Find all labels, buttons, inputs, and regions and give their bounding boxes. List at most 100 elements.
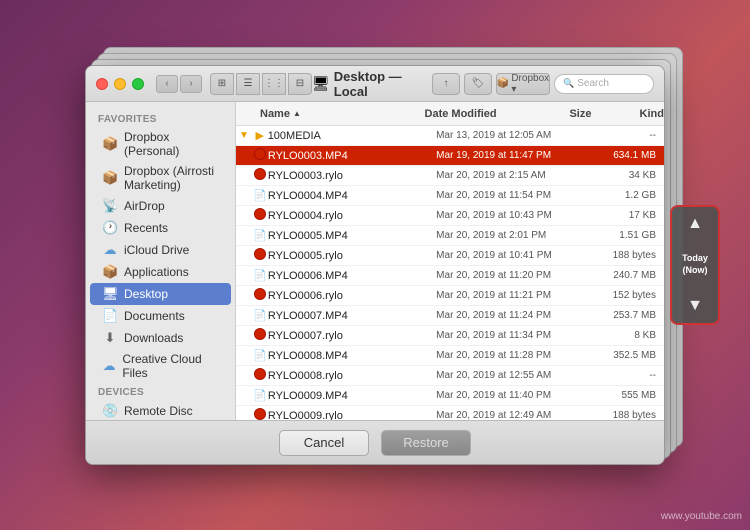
table-row[interactable]: 📄 RYLO0006.MP4 Mar 20, 2019 at 11:20 PM …	[236, 266, 664, 286]
expand-icon	[236, 211, 252, 221]
table-row[interactable]: RYLO0006.rylo Mar 20, 2019 at 11:21 PM 1…	[236, 286, 664, 306]
column-header: Name ▲ Date Modified Size Kind	[236, 102, 664, 126]
file-list-area: Name ▲ Date Modified Size Kind ▼ ▶ 100ME…	[236, 102, 664, 420]
sidebar-item-label: Desktop	[124, 287, 168, 301]
window-stack: ‹ › ⊞ ☰ ⋮⋮ ⊟ 🖥 Desktop — Local ↑ 🏷 📦 Dro…	[85, 65, 665, 465]
back-button[interactable]: ‹	[156, 75, 178, 93]
table-row[interactable]: RYLO0004.rylo Mar 20, 2019 at 10:43 PM 1…	[236, 206, 664, 226]
content-area: Favorites 📦 Dropbox (Personal) 📦 Dropbox…	[86, 102, 664, 420]
expand-icon	[236, 191, 252, 201]
close-button[interactable]	[96, 78, 108, 90]
file-date: Mar 20, 2019 at 11:28 PM	[436, 350, 589, 361]
maximize-button[interactable]	[132, 78, 144, 90]
file-name: 100MEDIA	[268, 130, 436, 142]
sidebar-item-recents[interactable]: 🕐 Recents	[90, 217, 231, 239]
table-row[interactable]: 📄 RYLO0008.MP4 Mar 20, 2019 at 11:28 PM …	[236, 346, 664, 366]
file-name: RYLO0009.rylo	[268, 410, 436, 421]
sidebar-item-downloads[interactable]: ⬇ Downloads	[90, 327, 231, 349]
folder-expand-icon[interactable]: ▼	[239, 130, 249, 141]
col-date-header[interactable]: Date Modified	[425, 108, 570, 120]
sidebar-item-applications[interactable]: 📦 Applications	[90, 261, 231, 283]
col-kind-header[interactable]: Kind	[640, 108, 664, 120]
view-list-button[interactable]: ☰	[236, 73, 260, 95]
file-name: RYLO0005.rylo	[268, 250, 436, 262]
desktop-icon: 🖥	[102, 286, 118, 302]
search-placeholder: Search	[577, 78, 609, 89]
view-column-button[interactable]: ⋮⋮	[262, 73, 286, 95]
table-row[interactable]: RYLO0007.rylo Mar 20, 2019 at 11:34 PM 8…	[236, 326, 664, 346]
finder-window: ‹ › ⊞ ☰ ⋮⋮ ⊟ 🖥 Desktop — Local ↑ 🏷 📦 Dro…	[85, 65, 665, 465]
file-size: 8 KB	[590, 330, 664, 341]
sidebar-item-dropbox-personal[interactable]: 📦 Dropbox (Personal)	[90, 127, 231, 161]
sidebar-item-icloud[interactable]: ☁ iCloud Drive	[90, 239, 231, 261]
file-type-icon	[252, 288, 268, 303]
file-type-icon: 📄	[252, 309, 268, 322]
sidebar-item-airdrop[interactable]: 📡 AirDrop	[90, 195, 231, 217]
file-size: --	[590, 130, 664, 141]
title-center: 🖥 Desktop — Local	[312, 69, 432, 99]
search-box[interactable]: 🔍 Search	[554, 74, 654, 94]
minimize-button[interactable]	[114, 78, 126, 90]
file-type-icon: ▶	[252, 129, 268, 142]
view-buttons: ⊞ ☰ ⋮⋮ ⊟	[210, 73, 312, 95]
table-row[interactable]: 📄 RYLO0004.MP4 Mar 20, 2019 at 11:54 PM …	[236, 186, 664, 206]
file-date: Mar 20, 2019 at 2:15 AM	[436, 170, 589, 181]
table-row[interactable]: 📄 RYLO0009.MP4 Mar 20, 2019 at 11:40 PM …	[236, 386, 664, 406]
dropbox-icon: 📦	[102, 136, 118, 152]
file-type-icon: 📄	[252, 349, 268, 362]
sidebar-item-remote-disc[interactable]: 💿 Remote Disc	[90, 400, 231, 420]
expand-icon	[236, 411, 252, 421]
file-type-icon: 📄	[252, 269, 268, 282]
nav-buttons: ‹ ›	[156, 75, 202, 93]
file-rows: ▼ ▶ 100MEDIA Mar 13, 2019 at 12:05 AM --…	[236, 126, 664, 420]
table-row[interactable]: 📄 RYLO0007.MP4 Mar 20, 2019 at 11:24 PM …	[236, 306, 664, 326]
file-size: 34 KB	[590, 170, 664, 181]
bottom-bar: Cancel Restore	[86, 420, 664, 464]
title-bar: ‹ › ⊞ ☰ ⋮⋮ ⊟ 🖥 Desktop — Local ↑ 🏷 📦 Dro…	[86, 66, 664, 102]
timeline-up-arrow[interactable]: ▲	[687, 215, 703, 233]
window-title: Desktop — Local	[334, 69, 432, 99]
expand-icon	[236, 231, 252, 241]
table-row[interactable]: 📄 RYLO0005.MP4 Mar 20, 2019 at 2:01 PM 1…	[236, 226, 664, 246]
sidebar-item-dropbox-airrosti[interactable]: 📦 Dropbox (Airrosti Marketing)	[90, 161, 231, 195]
file-type-icon	[252, 148, 268, 163]
restore-button[interactable]: Restore	[381, 430, 471, 456]
timeline-panel: ▲ Today (Now) ▼	[670, 205, 720, 325]
recents-icon: 🕐	[102, 220, 118, 236]
expand-icon	[236, 331, 252, 341]
file-size: 1.2 GB	[590, 190, 664, 201]
sidebar-item-documents[interactable]: 📄 Documents	[90, 305, 231, 327]
dropbox-button[interactable]: 📦 Dropbox ▾	[496, 73, 550, 95]
creative-cloud-icon: ☁	[102, 358, 116, 374]
file-name: RYLO0003.rylo	[268, 170, 436, 182]
col-name-header[interactable]: Name ▲	[236, 108, 425, 120]
file-date: Mar 19, 2019 at 11:47 PM	[436, 150, 589, 161]
file-date: Mar 20, 2019 at 10:41 PM	[436, 250, 589, 261]
tag-button[interactable]: 🏷	[464, 73, 492, 95]
view-gallery-button[interactable]: ⊟	[288, 73, 312, 95]
file-size: 188 bytes	[590, 410, 664, 420]
cancel-button[interactable]: Cancel	[279, 430, 369, 456]
share-button[interactable]: ↑	[432, 73, 460, 95]
file-date: Mar 20, 2019 at 11:40 PM	[436, 390, 589, 401]
file-name: RYLO0004.rylo	[268, 210, 436, 222]
table-row[interactable]: ▼ ▶ 100MEDIA Mar 13, 2019 at 12:05 AM --…	[236, 126, 664, 146]
table-row[interactable]: RYLO0003.rylo Mar 20, 2019 at 2:15 AM 34…	[236, 166, 664, 186]
timeline-down-arrow[interactable]: ▼	[687, 297, 703, 315]
file-name: RYLO0006.rylo	[268, 290, 436, 302]
sidebar-item-label: Documents	[124, 309, 185, 323]
sidebar-item-creative-cloud[interactable]: ☁ Creative Cloud Files	[90, 349, 231, 383]
table-row[interactable]: RYLO0005.rylo Mar 20, 2019 at 10:41 PM 1…	[236, 246, 664, 266]
expand-icon	[236, 271, 252, 281]
file-date: Mar 20, 2019 at 11:54 PM	[436, 190, 589, 201]
forward-button[interactable]: ›	[180, 75, 202, 93]
file-name: RYLO0008.rylo	[268, 370, 436, 382]
table-row[interactable]: RYLO0009.rylo Mar 20, 2019 at 12:49 AM 1…	[236, 406, 664, 420]
table-row[interactable]: RYLO0008.rylo Mar 20, 2019 at 12:55 AM -…	[236, 366, 664, 386]
sidebar-item-desktop[interactable]: 🖥 Desktop	[90, 283, 231, 305]
table-row[interactable]: RYLO0003.MP4 Mar 19, 2019 at 11:47 PM 63…	[236, 146, 664, 166]
view-icon-button[interactable]: ⊞	[210, 73, 234, 95]
expand-icon	[236, 311, 252, 321]
col-size-header[interactable]: Size	[569, 108, 639, 120]
dropbox-icon: 📦	[102, 170, 118, 186]
